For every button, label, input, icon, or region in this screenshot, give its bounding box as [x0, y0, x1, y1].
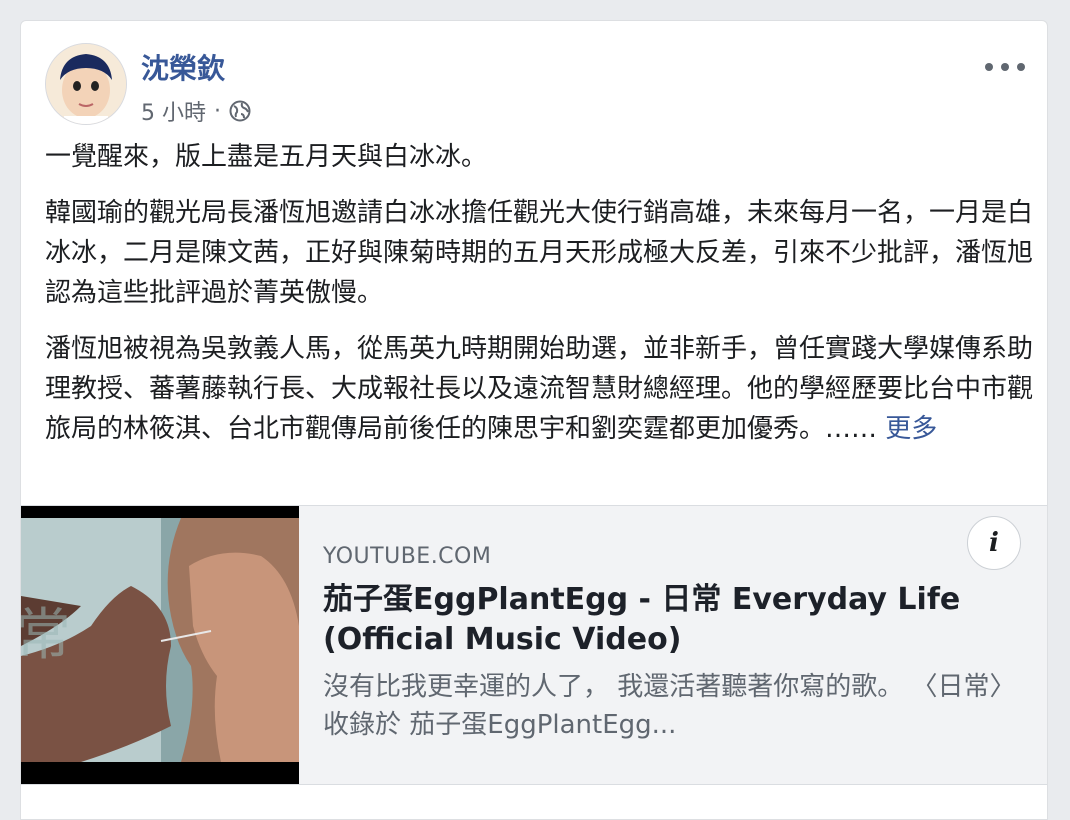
author-name[interactable]: 沈榮欽: [141, 47, 225, 87]
video-thumbnail[interactable]: 常: [21, 506, 299, 784]
meta-separator: ·: [214, 98, 221, 124]
post-body: 一覺醒來，版上盡是五月天與白冰冰。 韓國瑜的觀光局長潘恆旭邀請白冰冰擔任觀光大使…: [45, 137, 1035, 465]
link-domain: YOUTUBE.COM: [323, 544, 492, 569]
dot-icon: [1001, 63, 1009, 71]
post-meta: 5 小時 ·: [141, 95, 251, 127]
dot-icon: [1017, 63, 1025, 71]
link-preview[interactable]: 常 i YOUTUBE.COM 茄子蛋EggPlantEgg - 日常 Ever…: [21, 505, 1047, 785]
post-header: 沈榮欽 5 小時 ·: [45, 43, 1025, 129]
post-paragraph-3: 潘恆旭被視為吳敦義人馬，從馬英九時期開始助選，並非新手，曾任實踐大學媒傳系助理教…: [45, 329, 1035, 449]
post-paragraph-1: 一覺醒來，版上盡是五月天與白冰冰。: [45, 142, 488, 172]
link-description: 沒有比我更幸運的人了， 我還活著聽著你寫的歌。 〈日常〉 收錄於 茄子蛋EggP…: [323, 672, 1016, 740]
post-timestamp[interactable]: 5 小時: [141, 95, 206, 127]
child-portrait-icon: [46, 44, 126, 124]
globe-icon[interactable]: [229, 100, 251, 122]
dot-icon: [985, 63, 993, 71]
info-button[interactable]: i: [967, 516, 1021, 570]
post-card: 沈榮欽 5 小時 · 一覺醒來，版上盡是五月天與白冰冰。 韓國瑜的觀光局長潘恆旭…: [20, 20, 1048, 820]
link-title[interactable]: 茄子蛋EggPlantEgg - 日常 Everyday Life (Offic…: [323, 580, 1013, 660]
avatar[interactable]: [45, 43, 127, 125]
thumbnail-caption: 常: [21, 603, 71, 668]
more-options-button[interactable]: [985, 55, 1025, 79]
see-more-link[interactable]: 更多: [885, 414, 937, 444]
post-paragraph-2: 韓國瑜的觀光局長潘恆旭邀請白冰冰擔任觀光大使行銷高雄，未來每月一名，一月是白冰冰…: [45, 198, 1034, 308]
